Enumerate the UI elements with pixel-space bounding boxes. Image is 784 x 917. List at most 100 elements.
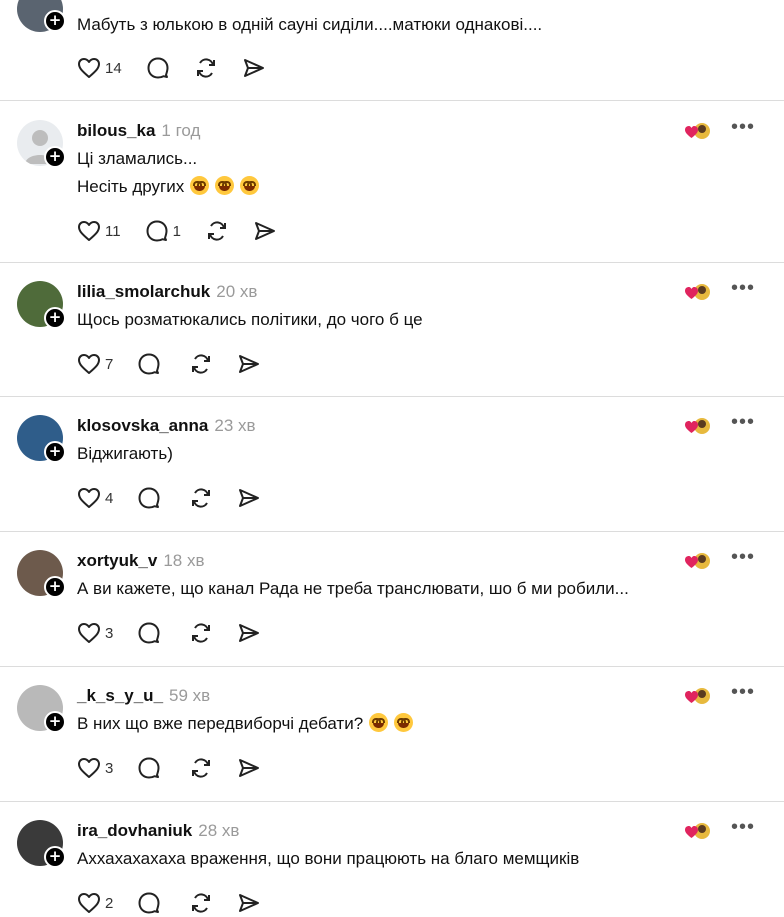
follow-plus-icon[interactable]: + — [44, 576, 66, 598]
username-text[interactable]: xortyuk_v — [77, 551, 157, 570]
comment-item: + klosovska_anna 23 хв ••• Віджигають) 4 — [0, 396, 784, 531]
follow-plus-icon[interactable]: + — [44, 846, 66, 868]
username[interactable]: _k_s_y_u_ 59 хв — [77, 686, 210, 706]
repost-icon — [192, 488, 211, 508]
laughing-emoji-icon — [215, 176, 235, 195]
reply-button[interactable]: 1 — [145, 219, 181, 243]
timestamp: 28 хв — [198, 821, 240, 840]
comment-text-line: Аххахахахаха враження, що вони працюють … — [77, 844, 579, 873]
repost-icon — [192, 893, 211, 913]
like-count: 11 — [105, 222, 121, 240]
author-liked-icon — [685, 121, 712, 141]
username[interactable]: xortyuk_v 18 хв — [77, 551, 205, 571]
comment-actions: 3 — [77, 754, 285, 782]
comment-bubble-icon — [138, 892, 160, 914]
laughing-emoji-icon — [240, 176, 260, 195]
comment-text: В них що вже передвиборчі дебати? — [77, 714, 364, 733]
more-options-icon[interactable]: ••• — [731, 411, 755, 434]
reply-button[interactable] — [146, 56, 170, 80]
share-button[interactable] — [237, 891, 261, 915]
follow-plus-icon[interactable]: + — [44, 711, 66, 733]
author-liked-icon — [685, 416, 712, 436]
timestamp: 59 хв — [169, 686, 211, 705]
reply-button[interactable] — [137, 756, 165, 780]
more-options-icon[interactable]: ••• — [731, 816, 755, 839]
repost-button[interactable] — [189, 486, 213, 510]
laughing-emoji-icon — [369, 713, 389, 732]
share-button[interactable] — [237, 756, 261, 780]
like-button[interactable]: 3 — [77, 622, 113, 644]
follow-plus-icon[interactable]: + — [44, 307, 66, 329]
username-text[interactable]: bilous_ka — [77, 121, 155, 140]
author-liked-badge — [683, 820, 713, 842]
like-count: 2 — [105, 894, 114, 912]
like-button[interactable]: 4 — [77, 487, 113, 509]
more-options-icon[interactable]: ••• — [731, 681, 755, 704]
like-count: 7 — [105, 355, 114, 373]
author-liked-icon — [685, 551, 712, 571]
reply-count: 1 — [172, 222, 181, 240]
username[interactable]: klosovska_anna 23 хв — [77, 416, 256, 436]
repost-button[interactable] — [189, 621, 213, 645]
follow-plus-icon[interactable]: + — [44, 146, 66, 168]
timestamp: 23 хв — [214, 416, 256, 435]
comment-actions: 7 — [77, 350, 285, 378]
comment-bubble-icon — [138, 757, 160, 779]
author-liked-icon — [685, 686, 712, 706]
heart-icon — [78, 488, 100, 508]
username-text[interactable]: lilia_smolarchuk — [77, 282, 210, 301]
heart-icon — [78, 893, 100, 913]
comment-text: Мабуть з юлькою в одній сауні сиділи....… — [77, 15, 543, 34]
username[interactable]: bilous_ka 1 год — [77, 121, 200, 141]
laughing-emoji-icon — [394, 713, 414, 732]
comment-bubble-icon — [147, 57, 169, 79]
send-icon — [239, 894, 260, 912]
username-text[interactable]: _k_s_y_u_ — [77, 686, 163, 705]
comment-text: А ви кажете, що канал Рада не треба тран… — [77, 579, 629, 598]
comment-text: Аххахахахаха враження, що вони працюють … — [77, 849, 580, 868]
repost-button[interactable] — [189, 756, 213, 780]
author-liked-badge — [683, 685, 713, 707]
comment-actions: 14 — [77, 54, 290, 82]
author-liked-icon — [685, 821, 712, 841]
reply-button[interactable] — [137, 486, 165, 510]
reply-button[interactable] — [137, 352, 165, 376]
reply-button[interactable] — [137, 621, 165, 645]
username-text[interactable]: klosovska_anna — [77, 416, 208, 435]
like-button[interactable]: 2 — [77, 892, 113, 914]
heart-icon — [78, 354, 100, 374]
heart-icon — [78, 623, 100, 643]
like-button[interactable]: 11 — [77, 220, 121, 242]
like-button[interactable]: 14 — [77, 57, 122, 79]
heart-icon — [78, 221, 100, 241]
share-button[interactable] — [237, 486, 261, 510]
share-button[interactable] — [242, 56, 266, 80]
repost-icon — [192, 354, 211, 374]
author-liked-icon — [685, 282, 712, 302]
repost-button[interactable] — [205, 219, 229, 243]
username[interactable]: ira_dovhaniuk 28 хв — [77, 821, 239, 841]
comment-text: Несіть других — [77, 177, 185, 196]
repost-button[interactable] — [194, 56, 218, 80]
comment-text: Віджигають) — [77, 444, 173, 463]
repost-button[interactable] — [189, 352, 213, 376]
laughing-emoji-icon — [190, 176, 210, 195]
heart-icon — [78, 758, 100, 778]
username-text[interactable]: ira_dovhaniuk — [77, 821, 192, 840]
reply-button[interactable] — [137, 891, 165, 915]
follow-plus-icon[interactable]: + — [44, 441, 66, 463]
share-button[interactable] — [237, 621, 261, 645]
like-count: 4 — [105, 489, 114, 507]
comment-text-line: Несіть других — [77, 172, 260, 201]
follow-plus-icon[interactable]: + — [44, 10, 66, 32]
more-options-icon[interactable]: ••• — [731, 277, 755, 300]
like-button[interactable]: 3 — [77, 757, 113, 779]
repost-icon — [192, 623, 211, 643]
more-options-icon[interactable]: ••• — [731, 546, 755, 569]
share-button[interactable] — [253, 219, 277, 243]
more-options-icon[interactable]: ••• — [731, 116, 755, 139]
username[interactable]: lilia_smolarchuk 20 хв — [77, 282, 257, 302]
repost-button[interactable] — [189, 891, 213, 915]
share-button[interactable] — [237, 352, 261, 376]
like-button[interactable]: 7 — [77, 353, 113, 375]
